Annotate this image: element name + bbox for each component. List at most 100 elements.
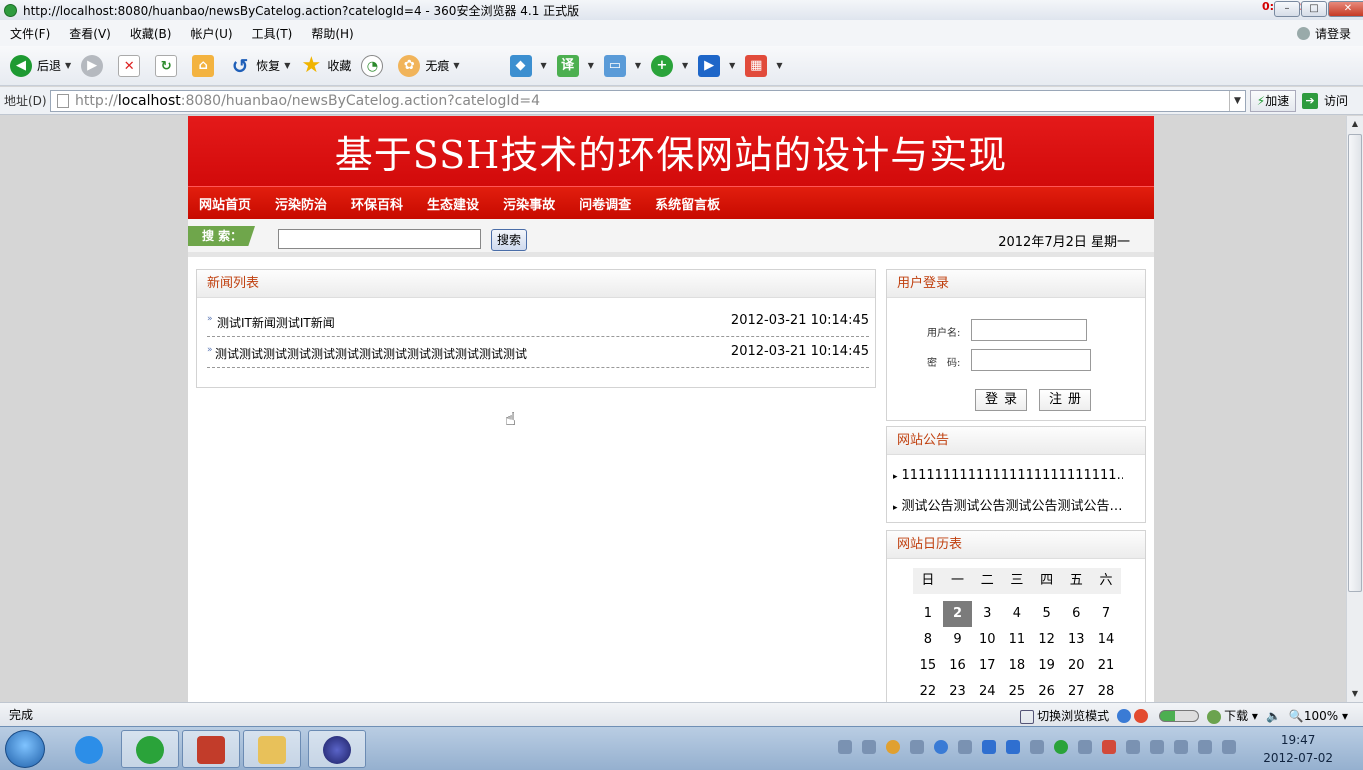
tray-icon[interactable] [1102, 740, 1116, 754]
chevron-down-icon[interactable]: ▼ [453, 61, 459, 70]
start-button[interactable] [5, 730, 45, 768]
addon-button[interactable]: + ▼ [651, 54, 688, 77]
chevron-down-icon[interactable]: ▼ [729, 61, 735, 70]
stop-button[interactable]: ✕ [118, 54, 145, 77]
calendar-day[interactable]: 9 [943, 627, 973, 653]
calendar-day[interactable]: 19 [1032, 653, 1062, 679]
translate-button[interactable]: 译 ▼ [556, 54, 594, 77]
taskbar-360-browser[interactable] [121, 730, 179, 768]
search-input[interactable] [278, 229, 481, 249]
news-title[interactable]: 测试测试测试测试测试测试测试测试测试测试测试测试测试 [215, 345, 527, 362]
username-input[interactable] [971, 319, 1087, 341]
chevron-down-icon[interactable]: ▼ [588, 61, 594, 70]
menu-favorites[interactable]: 收藏(B) [130, 25, 172, 42]
calendar-day[interactable]: 16 [943, 653, 973, 679]
chevron-down-icon[interactable]: ▼ [65, 61, 71, 70]
calendar-day[interactable]: 6 [1061, 601, 1091, 627]
scroll-down-icon[interactable]: ▼ [1347, 686, 1363, 702]
password-input[interactable] [971, 349, 1091, 371]
home-button[interactable]: ⌂ [192, 54, 219, 77]
tray-icon[interactable] [1078, 740, 1092, 754]
video-button[interactable]: ▶ ▼ [698, 54, 735, 77]
volume-icon[interactable] [1222, 740, 1236, 754]
calendar-day[interactable]: 22 [913, 679, 943, 702]
calendar-day[interactable]: 25 [1002, 679, 1032, 702]
chevron-down-icon[interactable]: ▼ [1229, 90, 1245, 111]
tray-icon[interactable] [910, 740, 924, 754]
calendar-day[interactable]: 10 [972, 627, 1002, 653]
tray-icon[interactable] [886, 740, 900, 754]
switch-mode-button[interactable]: 切换浏览模式 [1020, 707, 1109, 724]
url-input[interactable]: http://localhost:8080/huanbao/newsByCate… [50, 89, 1246, 112]
app-grid-button[interactable]: ▦ ▼ [745, 54, 782, 77]
chevron-down-icon[interactable]: ▼ [284, 61, 290, 70]
speed-dial-button[interactable]: ◔ [361, 54, 388, 77]
menu-view[interactable]: 查看(V) [69, 25, 111, 42]
calendar-day[interactable]: 17 [972, 653, 1002, 679]
calendar-day[interactable]: 13 [1061, 627, 1091, 653]
calendar-day[interactable]: 4 [1002, 601, 1032, 627]
calendar-day[interactable]: 8 [913, 627, 943, 653]
flag-icon[interactable] [1150, 740, 1164, 754]
volume-icon[interactable]: 🔈 [1266, 709, 1281, 723]
calendar-day-today[interactable]: 2 [942, 601, 973, 627]
calendar-day[interactable]: 1 [913, 601, 943, 627]
download-button[interactable]: 下载 ▾ [1207, 707, 1258, 724]
power-icon[interactable] [1198, 740, 1212, 754]
zoom-control[interactable]: 🔍100% ▾ [1289, 709, 1348, 723]
forward-button[interactable]: ▶ [81, 54, 108, 77]
news-item[interactable]: » 测试测试测试测试测试测试测试测试测试测试测试测试测试 2012-03-21 … [207, 337, 869, 368]
back-button[interactable]: ◀ 后退 ▼ [10, 54, 71, 77]
apps-button[interactable]: ◆ ▼ [509, 54, 547, 77]
tray-icon[interactable] [934, 740, 948, 754]
chevron-down-icon[interactable]: ▼ [541, 61, 547, 70]
nav-survey[interactable]: 问卷调查 [579, 194, 631, 213]
calendar-day[interactable]: 12 [1032, 627, 1062, 653]
calendar-day[interactable]: 26 [1032, 679, 1062, 702]
shield-icon[interactable] [1006, 740, 1020, 754]
nav-pollution-control[interactable]: 污染防治 [275, 194, 327, 213]
menu-account[interactable]: 帐户(U) [190, 25, 232, 42]
news-title[interactable]: 测试IT新闻测试IT新闻 [217, 314, 335, 331]
maximize-icon[interactable]: □ [1301, 1, 1327, 17]
taskbar-ie[interactable] [60, 730, 118, 768]
restore-button[interactable]: ↺ 恢复 ▼ [229, 55, 291, 77]
notice-item[interactable]: ▸ 11111111111111111111111111... [893, 468, 1123, 483]
nav-guestbook[interactable]: 系统留言板 [655, 194, 720, 213]
tray-icon[interactable] [838, 740, 852, 754]
calendar-day[interactable]: 28 [1091, 679, 1121, 702]
chevron-down-icon[interactable]: ▼ [635, 61, 641, 70]
calendar-day[interactable]: 3 [972, 601, 1002, 627]
tray-icon[interactable] [1126, 740, 1140, 754]
search-button[interactable]: 搜索 [491, 229, 527, 251]
chevron-down-icon[interactable]: ▼ [682, 61, 688, 70]
ie-mode-icon[interactable] [1117, 708, 1151, 723]
toggle-switch[interactable] [1159, 709, 1200, 723]
calendar-day[interactable]: 15 [913, 653, 943, 679]
nav-ecology[interactable]: 生态建设 [427, 194, 479, 213]
minimize-icon[interactable]: – [1274, 1, 1300, 17]
login-link[interactable]: 请登录 [1296, 25, 1351, 42]
go-button[interactable]: ➔ 访问 [1302, 92, 1348, 109]
tray-icon[interactable] [1030, 740, 1044, 754]
shield-icon[interactable] [982, 740, 996, 754]
tray-icon[interactable] [862, 740, 876, 754]
scroll-up-icon[interactable]: ▲ [1347, 116, 1363, 132]
calendar-day[interactable]: 7 [1091, 601, 1121, 627]
menu-help[interactable]: 帮助(H) [311, 25, 353, 42]
refresh-button[interactable]: ↻ [155, 54, 182, 77]
taskbar-clock[interactable]: 19:47 2012-07-02 [1263, 731, 1333, 767]
favorites-button[interactable]: ★ 收藏 [300, 54, 351, 77]
menu-tools[interactable]: 工具(T) [252, 25, 293, 42]
vertical-scrollbar[interactable]: ▲ ▼ [1346, 116, 1363, 702]
speed-button[interactable]: ⚡加速 [1250, 89, 1296, 112]
nav-pollution-accidents[interactable]: 污染事故 [503, 194, 555, 213]
calendar-day[interactable]: 27 [1061, 679, 1091, 702]
tray-icon[interactable] [1054, 740, 1068, 754]
taskbar-explorer[interactable] [243, 730, 301, 768]
taskbar-toolbox[interactable] [182, 730, 240, 768]
calendar-day[interactable]: 20 [1061, 653, 1091, 679]
calendar-day[interactable]: 23 [943, 679, 973, 702]
calendar-day[interactable]: 14 [1091, 627, 1121, 653]
menu-file[interactable]: 文件(F) [10, 25, 50, 42]
